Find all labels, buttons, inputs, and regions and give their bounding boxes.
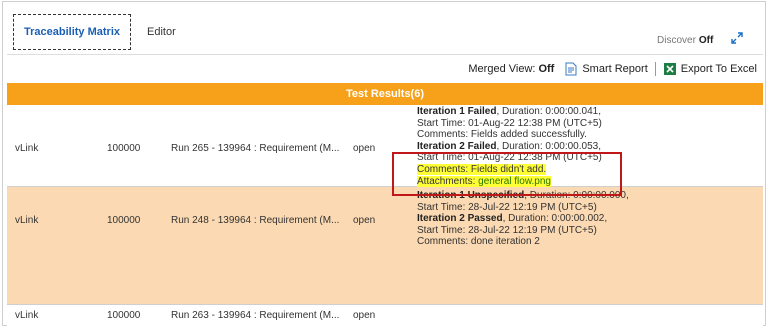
- detail-start-time: Start Time: 01-Aug-22 12:38 PM (UTC+5): [417, 117, 602, 129]
- iteration-duration: , Duration: 0:00:00.041,: [496, 106, 601, 117]
- iteration-status: Iteration 2 Failed: [417, 140, 497, 152]
- cell-status: open: [353, 215, 376, 226]
- smart-report-button[interactable]: Smart Report: [554, 62, 648, 76]
- tab-editor[interactable]: Editor: [147, 26, 176, 38]
- discover-state: Off: [698, 35, 714, 46]
- detail-line: Iteration 1 Failed, Duration: 0:00:00.04…: [417, 106, 602, 118]
- iteration-duration: , Duration: 0:00:00.002,: [502, 213, 608, 225]
- detail-comments: Comments: Fields added successfully.: [417, 129, 587, 141]
- cell-run[interactable]: Run 263 - 139964 : Requirement (M...: [171, 310, 339, 321]
- cell-iteration-details: Iteration 1 Unspecified, Duration: 0:00:…: [417, 190, 629, 248]
- detail-start-time: Start Time: 28-Jul-22 12:19 PM (UTC+5): [417, 224, 597, 236]
- cell-id: 100000: [107, 215, 141, 226]
- cell-status: open: [353, 143, 376, 154]
- annotation-highlight-box: [392, 152, 622, 196]
- table-row[interactable]: vLink 100000 Run 248 - 139964 : Requirem…: [7, 187, 763, 305]
- discover-toggle[interactable]: Discover Off: [657, 35, 713, 46]
- table-row[interactable]: vLink 100000 Run 263 - 139964 : Requirem…: [7, 305, 763, 327]
- app-frame: Traceability Matrix Editor Discover Off M…: [2, 1, 766, 327]
- merged-view-label: Merged View:: [468, 62, 536, 75]
- smart-report-label: Smart Report: [582, 62, 648, 75]
- iteration-status: Iteration 1 Failed: [417, 106, 497, 117]
- merged-view-toggle[interactable]: Merged View: Off: [468, 63, 554, 75]
- detail-start-time: Start Time: 28-Jul-22 12:19 PM (UTC+5): [417, 201, 597, 213]
- toolbar-divider: [654, 61, 656, 76]
- detail-line: Iteration 2 Failed, Duration: 0:00:00.05…: [417, 141, 602, 153]
- cell-status: open: [353, 310, 376, 321]
- export-excel-button[interactable]: Export To Excel: [663, 62, 757, 76]
- discover-label: Discover: [657, 35, 696, 46]
- excel-icon: [663, 62, 676, 75]
- expand-arrows-icon[interactable]: [730, 31, 744, 45]
- results-toolbar: Merged View: Off Smart Report Export To E…: [3, 55, 765, 82]
- detail-comments: Comments: done iteration 2: [417, 236, 540, 248]
- detail-line: Iteration 2 Passed, Duration: 0:00:00.00…: [417, 213, 629, 225]
- table-row[interactable]: vLink 100000 Run 265 - 139964 : Requirem…: [7, 105, 763, 187]
- cell-name: vLink: [15, 215, 39, 226]
- report-icon: [565, 62, 577, 75]
- test-results-header[interactable]: Test Results(6): [7, 83, 763, 105]
- cell-name: vLink: [15, 143, 39, 154]
- iteration-status: Iteration 2 Passed: [417, 213, 503, 225]
- export-excel-label: Export To Excel: [680, 62, 757, 75]
- tab-traceability-matrix[interactable]: Traceability Matrix: [13, 14, 131, 50]
- cell-run[interactable]: Run 248 - 139964 : Requirement (M...: [171, 215, 339, 226]
- merged-view-value: Off: [538, 62, 555, 75]
- cell-id: 100000: [107, 143, 141, 154]
- iteration-duration: , Duration: 0:00:00.053,: [496, 140, 601, 152]
- cell-id: 100000: [107, 310, 141, 321]
- tab-bar: Traceability Matrix Editor Discover Off: [3, 2, 765, 54]
- cell-run[interactable]: Run 265 - 139964 : Requirement (M...: [171, 143, 339, 154]
- cell-name: vLink: [15, 310, 39, 321]
